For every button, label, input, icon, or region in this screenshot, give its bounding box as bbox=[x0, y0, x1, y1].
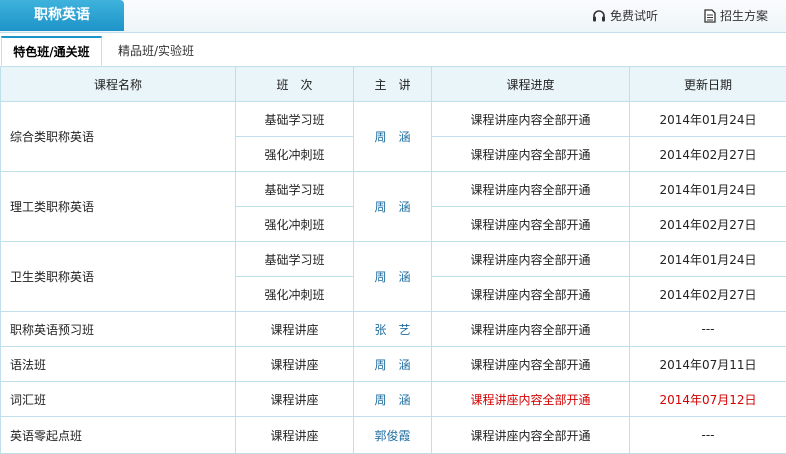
header-class: 班 次 bbox=[236, 67, 354, 102]
update-date: 2014年02月27日 bbox=[630, 277, 786, 312]
table-row: 英语零起点班 课程讲座 郭俊霞 课程讲座内容全部开通 --- bbox=[1, 417, 786, 454]
header-teacher: 主 讲 bbox=[354, 67, 432, 102]
course-name[interactable]: 语法班 bbox=[1, 347, 236, 382]
course-name[interactable]: 英语零起点班 bbox=[1, 417, 236, 454]
header-course-name: 课程名称 bbox=[1, 67, 236, 102]
sub-tabs: 特色班/通关班 精品班/实验班 bbox=[0, 36, 786, 67]
progress: 课程讲座内容全部开通 bbox=[432, 102, 630, 137]
table-row: 职称英语预习班 课程讲座 张 艺 课程讲座内容全部开通 --- bbox=[1, 312, 786, 347]
table-row: 综合类职称英语 基础学习班 周 涵 课程讲座内容全部开通 2014年01月24日 bbox=[1, 102, 786, 137]
progress: 课程讲座内容全部开通 bbox=[432, 242, 630, 277]
update-date: 2014年02月27日 bbox=[630, 207, 786, 242]
progress: 课程讲座内容全部开通 bbox=[432, 347, 630, 382]
free-trial-link[interactable]: 免费试听 bbox=[592, 0, 658, 32]
class-type[interactable]: 基础学习班 bbox=[236, 172, 354, 207]
progress: 课程讲座内容全部开通 bbox=[432, 312, 630, 347]
table-row: 理工类职称英语 基础学习班 周 涵 课程讲座内容全部开通 2014年01月24日 bbox=[1, 172, 786, 207]
update-date: --- bbox=[630, 312, 786, 347]
progress: 课程讲座内容全部开通 bbox=[432, 277, 630, 312]
teacher-name[interactable]: 周 涵 bbox=[354, 382, 432, 417]
course-name[interactable]: 词汇班 bbox=[1, 382, 236, 417]
class-type[interactable]: 基础学习班 bbox=[236, 102, 354, 137]
class-type[interactable]: 课程讲座 bbox=[236, 417, 354, 454]
class-type[interactable]: 强化冲刺班 bbox=[236, 137, 354, 172]
table-row: 卫生类职称英语 基础学习班 周 涵 课程讲座内容全部开通 2014年01月24日 bbox=[1, 242, 786, 277]
table-row: 语法班 课程讲座 周 涵 课程讲座内容全部开通 2014年07月11日 bbox=[1, 347, 786, 382]
course-name[interactable]: 综合类职称英语 bbox=[1, 102, 236, 172]
headphones-icon bbox=[592, 9, 606, 23]
course-name[interactable]: 理工类职称英语 bbox=[1, 172, 236, 242]
class-type[interactable]: 强化冲刺班 bbox=[236, 277, 354, 312]
tab-special-class[interactable]: 特色班/通关班 bbox=[1, 36, 102, 66]
class-type[interactable]: 课程讲座 bbox=[236, 382, 354, 417]
table-header-row: 课程名称 班 次 主 讲 课程进度 更新日期 bbox=[1, 67, 786, 102]
progress: 课程讲座内容全部开通 bbox=[432, 207, 630, 242]
course-table: 课程名称 班 次 主 讲 课程进度 更新日期 综合类职称英语 基础学习班 周 涵… bbox=[0, 66, 786, 454]
teacher-name[interactable]: 周 涵 bbox=[354, 242, 432, 312]
tab-premium-class[interactable]: 精品班/实验班 bbox=[108, 37, 204, 66]
header-progress: 课程进度 bbox=[432, 67, 630, 102]
teacher-name[interactable]: 张 艺 bbox=[354, 312, 432, 347]
class-type[interactable]: 课程讲座 bbox=[236, 347, 354, 382]
enroll-plan-link[interactable]: 招生方案 bbox=[704, 0, 768, 32]
class-type[interactable]: 课程讲座 bbox=[236, 312, 354, 347]
page-title[interactable]: 职称英语 bbox=[0, 0, 124, 31]
progress-highlighted: 课程讲座内容全部开通 bbox=[432, 382, 630, 417]
header-update-date: 更新日期 bbox=[630, 67, 786, 102]
table-row: 词汇班 课程讲座 周 涵 课程讲座内容全部开通 2014年07月12日 bbox=[1, 382, 786, 417]
update-date: 2014年07月11日 bbox=[630, 347, 786, 382]
update-date: --- bbox=[630, 417, 786, 454]
class-type[interactable]: 强化冲刺班 bbox=[236, 207, 354, 242]
update-date: 2014年02月27日 bbox=[630, 137, 786, 172]
teacher-name[interactable]: 周 涵 bbox=[354, 172, 432, 242]
teacher-name[interactable]: 郭俊霞 bbox=[354, 417, 432, 454]
top-bar: 职称英语 免费试听 招生方案 bbox=[0, 0, 786, 33]
course-name[interactable]: 职称英语预习班 bbox=[1, 312, 236, 347]
progress: 课程讲座内容全部开通 bbox=[432, 137, 630, 172]
progress: 课程讲座内容全部开通 bbox=[432, 172, 630, 207]
update-date: 2014年01月24日 bbox=[630, 102, 786, 137]
course-name[interactable]: 卫生类职称英语 bbox=[1, 242, 236, 312]
enroll-plan-label: 招生方案 bbox=[720, 0, 768, 32]
class-type[interactable]: 基础学习班 bbox=[236, 242, 354, 277]
update-date: 2014年01月24日 bbox=[630, 172, 786, 207]
document-icon bbox=[704, 9, 716, 23]
progress: 课程讲座内容全部开通 bbox=[432, 417, 630, 454]
teacher-name[interactable]: 周 涵 bbox=[354, 102, 432, 172]
update-date: 2014年01月24日 bbox=[630, 242, 786, 277]
teacher-name[interactable]: 周 涵 bbox=[354, 347, 432, 382]
free-trial-label: 免费试听 bbox=[610, 0, 658, 32]
update-date-highlighted: 2014年07月12日 bbox=[630, 382, 786, 417]
